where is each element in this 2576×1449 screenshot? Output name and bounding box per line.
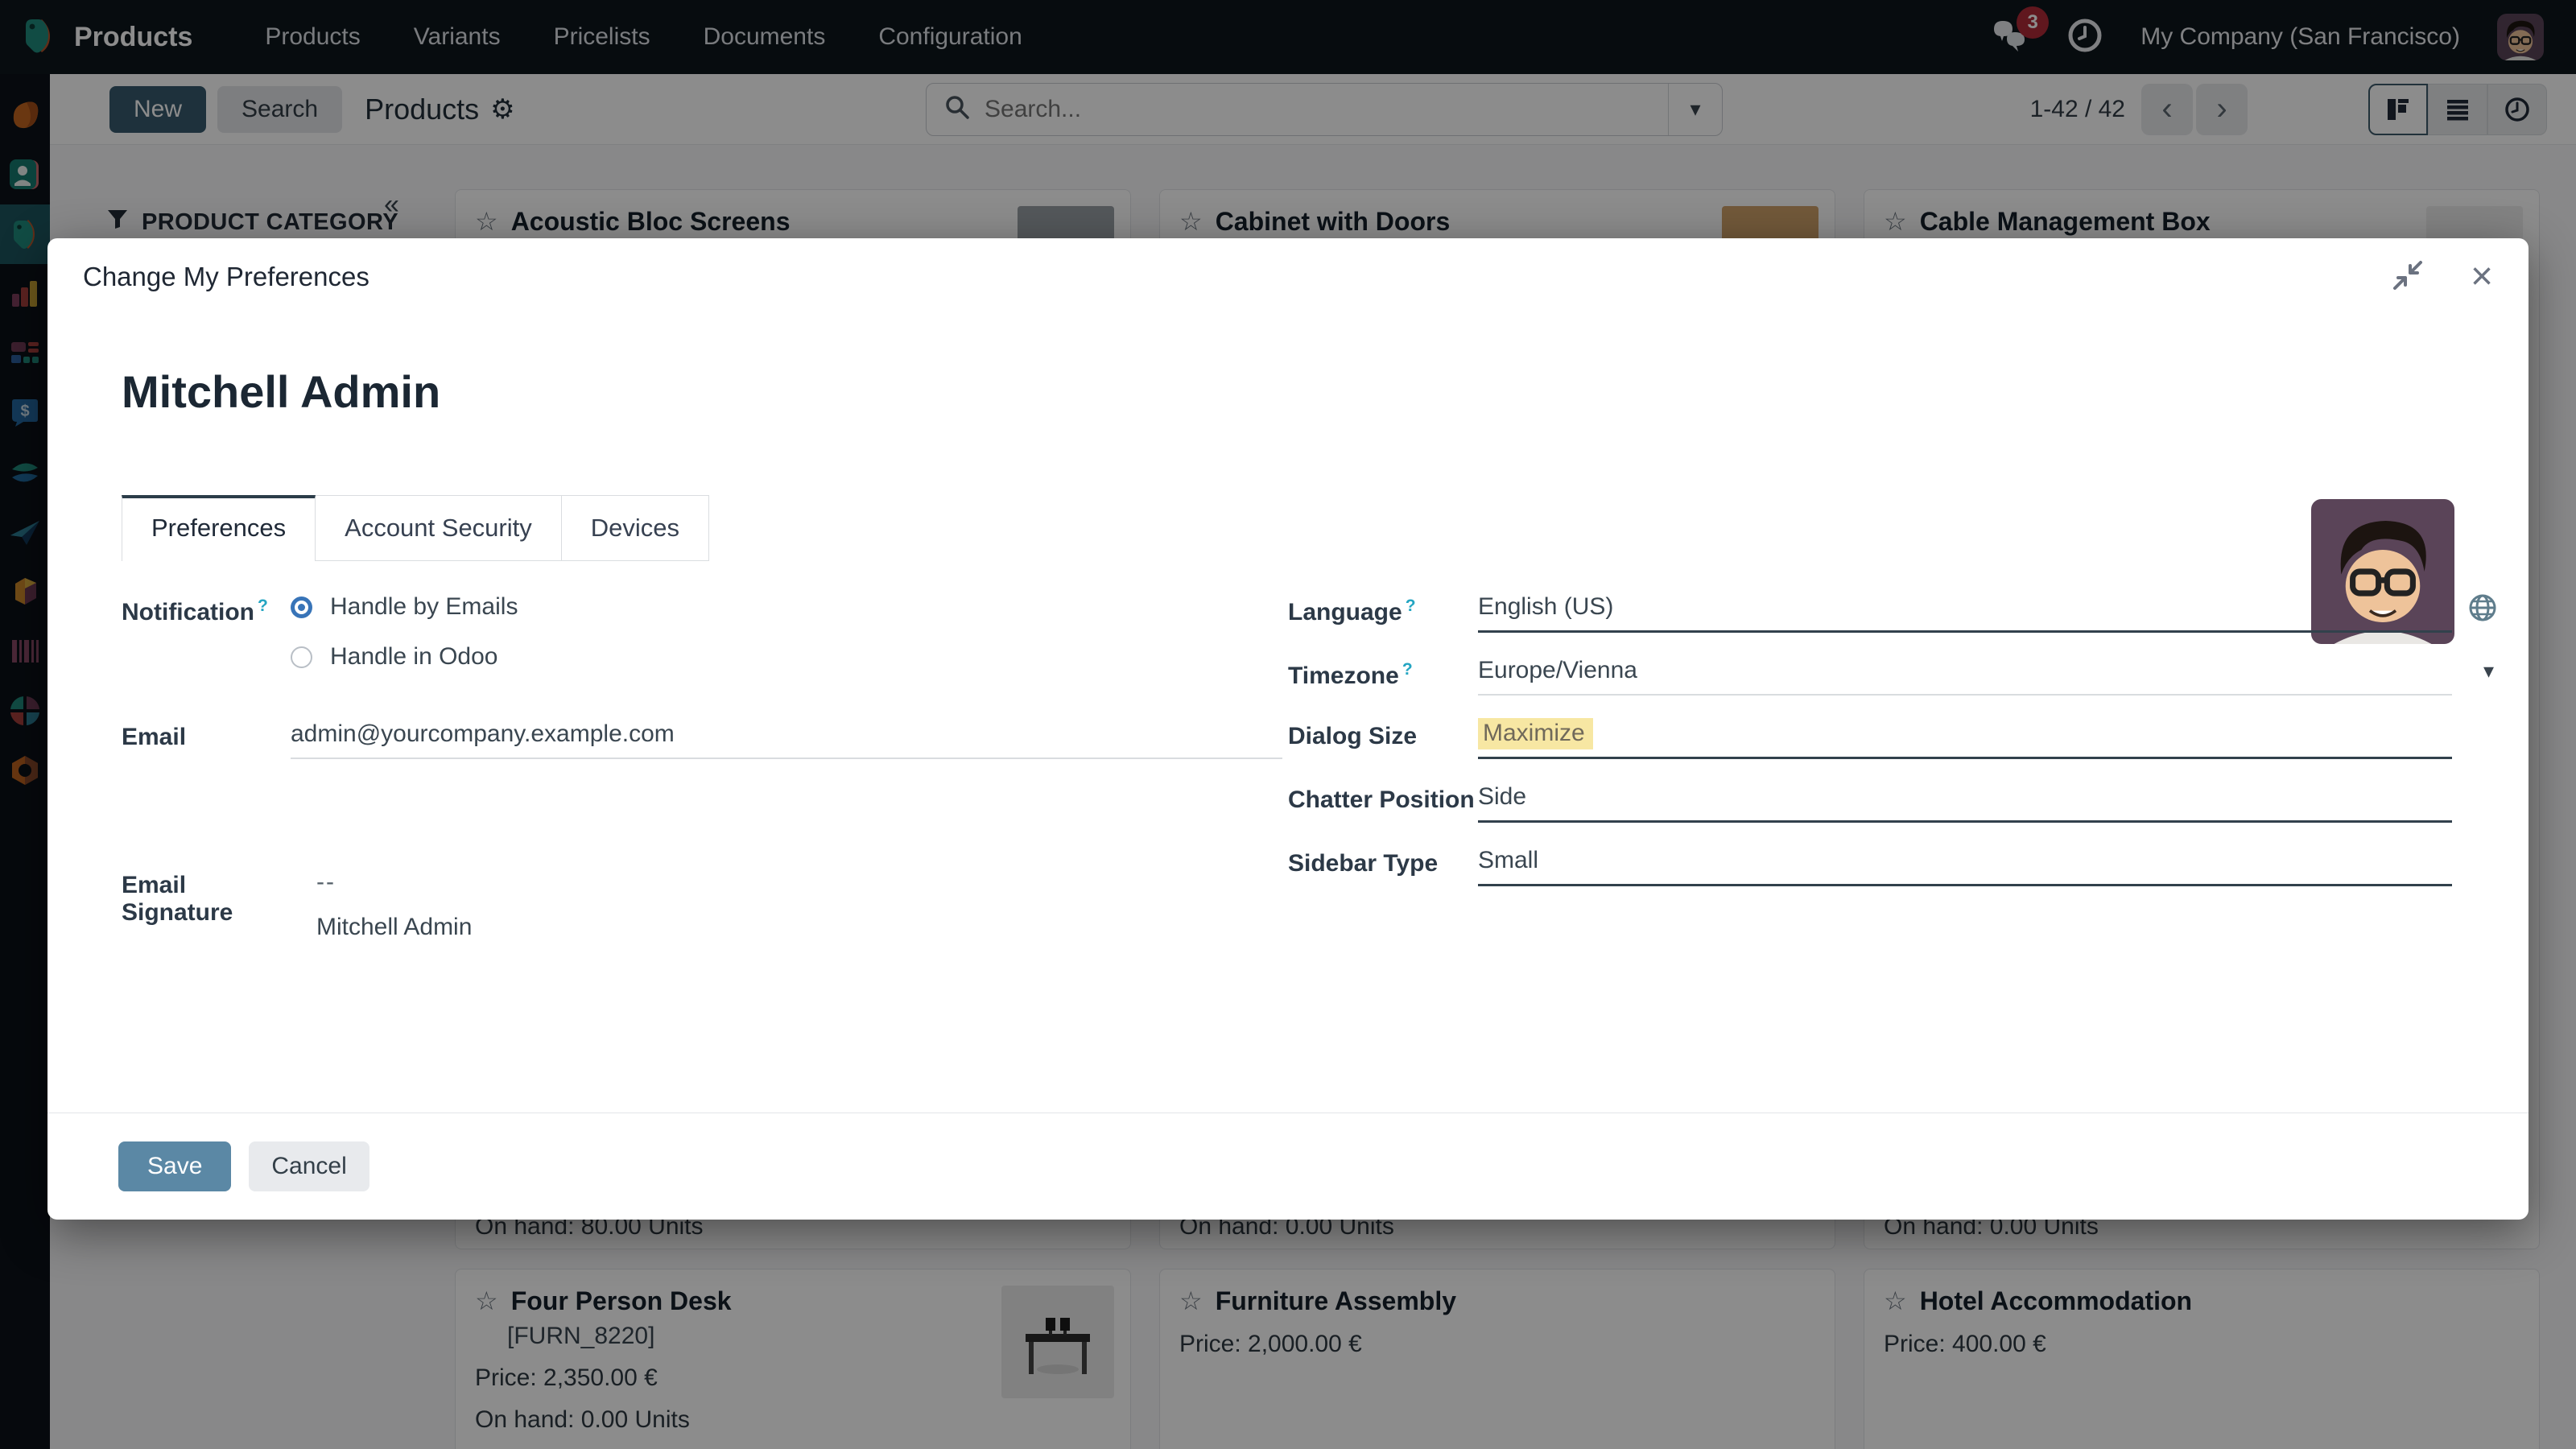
- dialog-body: Mitchell Admin Preferences Account Secur…: [47, 365, 2529, 968]
- notification-option-odoo[interactable]: Handle in Odoo: [291, 643, 1288, 671]
- radio-label: Handle in Odoo: [330, 643, 498, 670]
- dialog-tabs: Preferences Account Security Devices: [122, 495, 2454, 561]
- radio-label: Handle by Emails: [330, 593, 518, 620]
- language-label: Language?: [1288, 597, 1416, 625]
- radio-checked-icon[interactable]: [291, 596, 312, 618]
- tab-devices[interactable]: Devices: [561, 495, 710, 561]
- help-marker-icon[interactable]: ?: [258, 597, 268, 615]
- save-button[interactable]: Save: [118, 1141, 232, 1191]
- signature-name: Mitchell Admin: [316, 914, 473, 940]
- language-field[interactable]: English (US): [1478, 593, 2496, 633]
- compress-dialog-icon[interactable]: [2392, 259, 2424, 295]
- notification-option-emails[interactable]: Handle by Emails: [291, 593, 1288, 621]
- form-right-column: Language? English (US) Timezone? Europe/…: [1288, 593, 2496, 968]
- chevron-down-icon[interactable]: ▾: [2483, 658, 2494, 683]
- sidebar-type-field[interactable]: Small: [1478, 847, 2452, 886]
- dialog-title: Change My Preferences: [83, 262, 369, 291]
- odoo-screen: Products Products Variants Pricelists Do…: [0, 0, 2576, 1449]
- email-signature-label: Email Signature: [122, 872, 233, 926]
- email-field[interactable]: admin@yourcompany.example.com: [291, 720, 1282, 759]
- timezone-label: Timezone?: [1288, 660, 1413, 689]
- help-marker-icon[interactable]: ?: [1406, 597, 1416, 615]
- email-label: Email: [122, 724, 187, 750]
- notification-label: Notification?: [122, 597, 268, 625]
- highlighted-value: Maximize: [1478, 718, 1593, 749]
- radio-unchecked-icon[interactable]: [291, 646, 312, 668]
- preferences-dialog: Change My Preferences × Mitchell Admin P…: [47, 238, 2529, 1220]
- sidebar-type-label: Sidebar Type: [1288, 850, 1439, 877]
- timezone-field[interactable]: Europe/Vienna ▾: [1478, 657, 2494, 696]
- tab-account-security[interactable]: Account Security: [316, 495, 562, 561]
- close-dialog-icon[interactable]: ×: [2471, 258, 2493, 296]
- globe-icon[interactable]: [2467, 592, 2499, 628]
- dialog-header: Change My Preferences ×: [47, 238, 2529, 316]
- dialog-size-label: Dialog Size: [1288, 723, 1418, 749]
- form-left-column: Notification? Handle by Emails Handle in…: [122, 593, 1288, 968]
- help-marker-icon[interactable]: ?: [1402, 660, 1413, 679]
- dialog-footer: Save Cancel: [47, 1113, 2529, 1220]
- chatter-position-label: Chatter Position: [1288, 786, 1475, 813]
- email-signature-field[interactable]: -- Mitchell Admin: [291, 869, 1288, 941]
- cancel-button[interactable]: Cancel: [249, 1141, 369, 1191]
- preferences-form: Notification? Handle by Emails Handle in…: [122, 593, 2496, 968]
- chatter-position-field[interactable]: Side: [1478, 783, 2452, 823]
- user-name-heading: Mitchell Admin: [122, 366, 441, 417]
- tab-preferences[interactable]: Preferences: [122, 495, 316, 561]
- dialog-size-field[interactable]: Maximize: [1478, 718, 2452, 759]
- signature-separator: --: [316, 869, 336, 895]
